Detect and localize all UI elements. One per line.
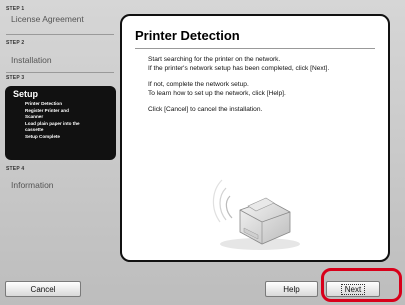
content-panel: Printer Detection Start searching for th… (120, 14, 390, 262)
step-1-name: License Agreement (11, 14, 84, 24)
printer-illustration (212, 179, 300, 250)
substep-item: Register Printer and (25, 107, 69, 113)
page-title: Printer Detection (135, 28, 240, 43)
step-3-label: STEP 3 (6, 75, 25, 81)
next-highlight-callout (321, 268, 402, 302)
substep-item: Scanner (25, 114, 44, 120)
instruction-line: Start searching for the printer on the n… (148, 56, 281, 63)
step-1-label: STEP 1 (6, 6, 25, 12)
substep-list: Printer Detection Register Printer and S… (25, 101, 115, 141)
step-2-name: Installation (11, 55, 52, 65)
step-4-label: STEP 4 (6, 166, 25, 172)
help-button[interactable]: Help (265, 281, 318, 297)
title-divider (135, 48, 375, 49)
instruction-line: To learn how to set up the network, clic… (148, 89, 286, 97)
instruction-line: If not, complete the network setup. (148, 81, 249, 88)
instruction-line: If the printer's network setup has been … (148, 64, 330, 72)
installer-window: STEP 1 License Agreement STEP 2 Installa… (0, 0, 405, 305)
instruction-line: Click [Cancel] to cancel the installatio… (148, 106, 263, 113)
step-4-name: Information (11, 180, 54, 190)
substep-item: Printer Detection (25, 101, 63, 106)
cancel-button[interactable]: Cancel (5, 281, 81, 297)
current-step-box: Setup Printer Detection Register Printer… (5, 86, 116, 160)
step-2-label: STEP 2 (6, 40, 25, 46)
step-sidebar: STEP 1 License Agreement STEP 2 Installa… (0, 0, 118, 265)
substep-item: Setup Complete (25, 133, 60, 139)
step-3-name: Setup (13, 89, 39, 99)
substep-item: cassette (25, 127, 44, 133)
step-divider (6, 72, 114, 73)
step-divider (6, 34, 114, 35)
substep-item: Load plain paper into the (25, 120, 80, 126)
